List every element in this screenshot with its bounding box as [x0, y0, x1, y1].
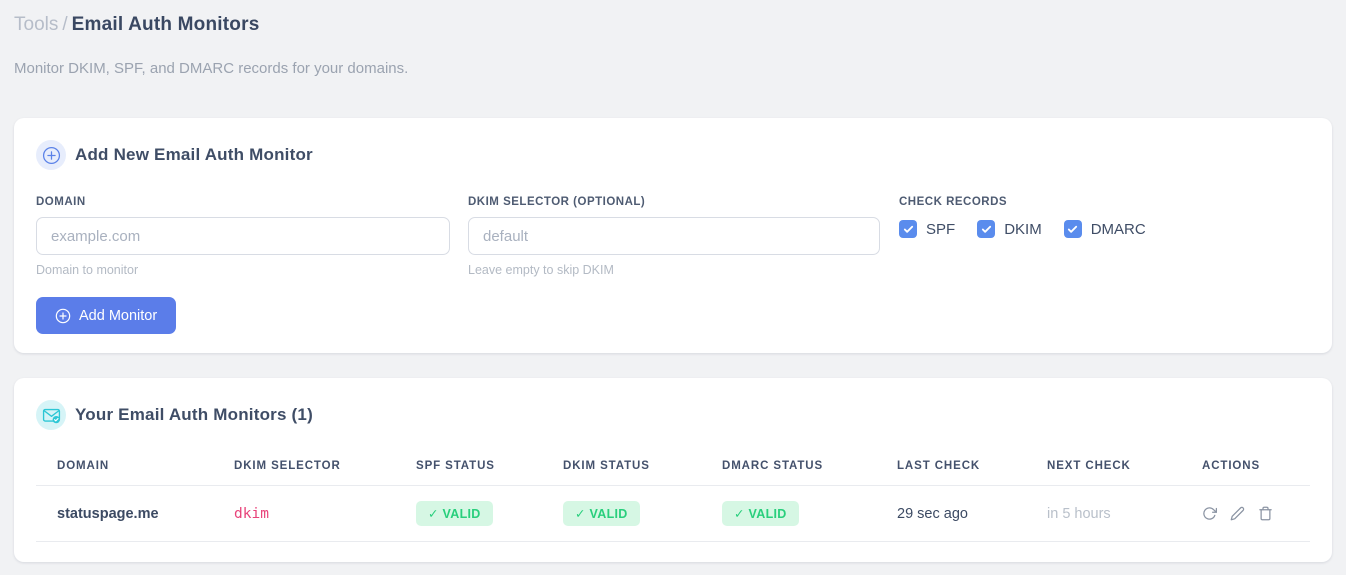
breadcrumb-separator: /: [62, 14, 68, 35]
dmarc-checkbox-group[interactable]: DMARC: [1063, 220, 1146, 238]
monitor-domain: statuspage.me: [36, 485, 213, 542]
plus-circle-icon: [36, 140, 66, 170]
col-header-last-check: LAST CHECK: [876, 450, 1026, 486]
check-records-label: CHECK RECORDS: [899, 196, 1008, 208]
delete-monitor-button[interactable]: [1258, 506, 1273, 521]
col-header-dkim-status: DKIM STATUS: [542, 450, 701, 486]
table-row: statuspage.me dkim ✓ VALID ✓ VALID ✓ VAL…: [36, 485, 1310, 542]
check-records-row: SPF DKIM DMARC: [899, 220, 1310, 238]
monitor-last-check: 29 sec ago: [876, 485, 1026, 542]
dkim-checkbox[interactable]: [977, 220, 996, 238]
col-header-dkim-selector: DKIM SELECTOR: [213, 450, 395, 486]
domain-input[interactable]: [36, 217, 450, 255]
col-header-actions: ACTIONS: [1181, 450, 1310, 486]
plus-circle-icon: [55, 308, 71, 323]
add-monitor-card-title: Add New Email Auth Monitor: [75, 145, 313, 164]
monitors-list-card: Your Email Auth Monitors (1) DOMAIN DKIM…: [14, 378, 1332, 562]
dkim-status-badge: ✓ VALID: [563, 501, 640, 526]
col-header-dmarc-status: DMARC STATUS: [701, 450, 876, 486]
check-records-group: CHECK RECORDS SPF DKIM DMARC: [899, 196, 1310, 277]
check-icon: [981, 225, 991, 233]
domain-field-label: DOMAIN: [36, 196, 86, 208]
spf-status-badge: ✓ VALID: [416, 501, 493, 526]
check-icon: [1068, 225, 1078, 233]
dkim-selector-field-help: Leave empty to skip DKIM: [468, 263, 614, 277]
add-monitor-card-header: Add New Email Auth Monitor: [36, 140, 1310, 170]
monitor-next-check: in 5 hours: [1026, 485, 1181, 542]
monitor-dkim-selector: dkim: [213, 485, 395, 542]
spf-checkbox-label: SPF: [926, 220, 956, 238]
refresh-monitor-button[interactable]: [1202, 506, 1217, 521]
dmarc-checkbox[interactable]: [1063, 220, 1082, 238]
add-monitor-form: DOMAIN Domain to monitor DKIM SELECTOR (…: [36, 196, 1310, 277]
email-auth-monitors-page: Tools / Email Auth Monitors Monitor DKIM, …: [0, 0, 1346, 562]
add-monitor-button-label: Add Monitor: [79, 307, 158, 324]
domain-field-group: DOMAIN Domain to monitor: [36, 196, 450, 277]
dkim-selector-field-label: DKIM SELECTOR (OPTIONAL): [468, 196, 646, 208]
monitors-card-title: Your Email Auth Monitors (1): [75, 405, 313, 424]
page-title: Email Auth Monitors: [71, 14, 260, 35]
dmarc-checkbox-label: DMARC: [1090, 220, 1146, 238]
row-actions: [1202, 506, 1310, 521]
col-header-next-check: NEXT CHECK: [1026, 450, 1181, 486]
trash-icon: [1259, 506, 1272, 521]
spf-checkbox[interactable]: [899, 220, 917, 238]
dmarc-status-badge: ✓ VALID: [722, 501, 799, 526]
dkim-checkbox-label: DKIM: [1004, 220, 1042, 238]
page-subtitle: Monitor DKIM, SPF, and DMARC records for…: [14, 60, 409, 77]
edit-icon: [1230, 506, 1245, 521]
spf-checkbox-group[interactable]: SPF: [899, 220, 955, 238]
dkim-selector-input[interactable]: [468, 217, 880, 255]
refresh-icon: [1203, 507, 1217, 520]
envelope-check-icon: [36, 400, 66, 430]
col-header-domain: DOMAIN: [36, 450, 213, 486]
domain-field-help: Domain to monitor: [36, 263, 139, 277]
col-header-spf-status: SPF STATUS: [395, 450, 542, 486]
dkim-selector-field-group: DKIM SELECTOR (OPTIONAL) Leave empty to …: [468, 196, 880, 277]
table-header-row: DOMAIN DKIM SELECTOR SPF STATUS DKIM STA…: [36, 450, 1310, 486]
check-icon: [903, 225, 913, 233]
add-monitor-card: Add New Email Auth Monitor DOMAIN Domain…: [14, 118, 1332, 353]
breadcrumb-tools-link[interactable]: Tools: [14, 14, 58, 35]
monitors-card-header: Your Email Auth Monitors (1): [36, 400, 1310, 430]
add-monitor-button[interactable]: Add Monitor: [36, 297, 177, 334]
dkim-checkbox-group[interactable]: DKIM: [977, 220, 1042, 238]
breadcrumb: Tools / Email Auth Monitors: [14, 12, 1332, 38]
edit-monitor-button[interactable]: [1230, 506, 1245, 521]
monitors-table: DOMAIN DKIM SELECTOR SPF STATUS DKIM STA…: [36, 450, 1310, 542]
